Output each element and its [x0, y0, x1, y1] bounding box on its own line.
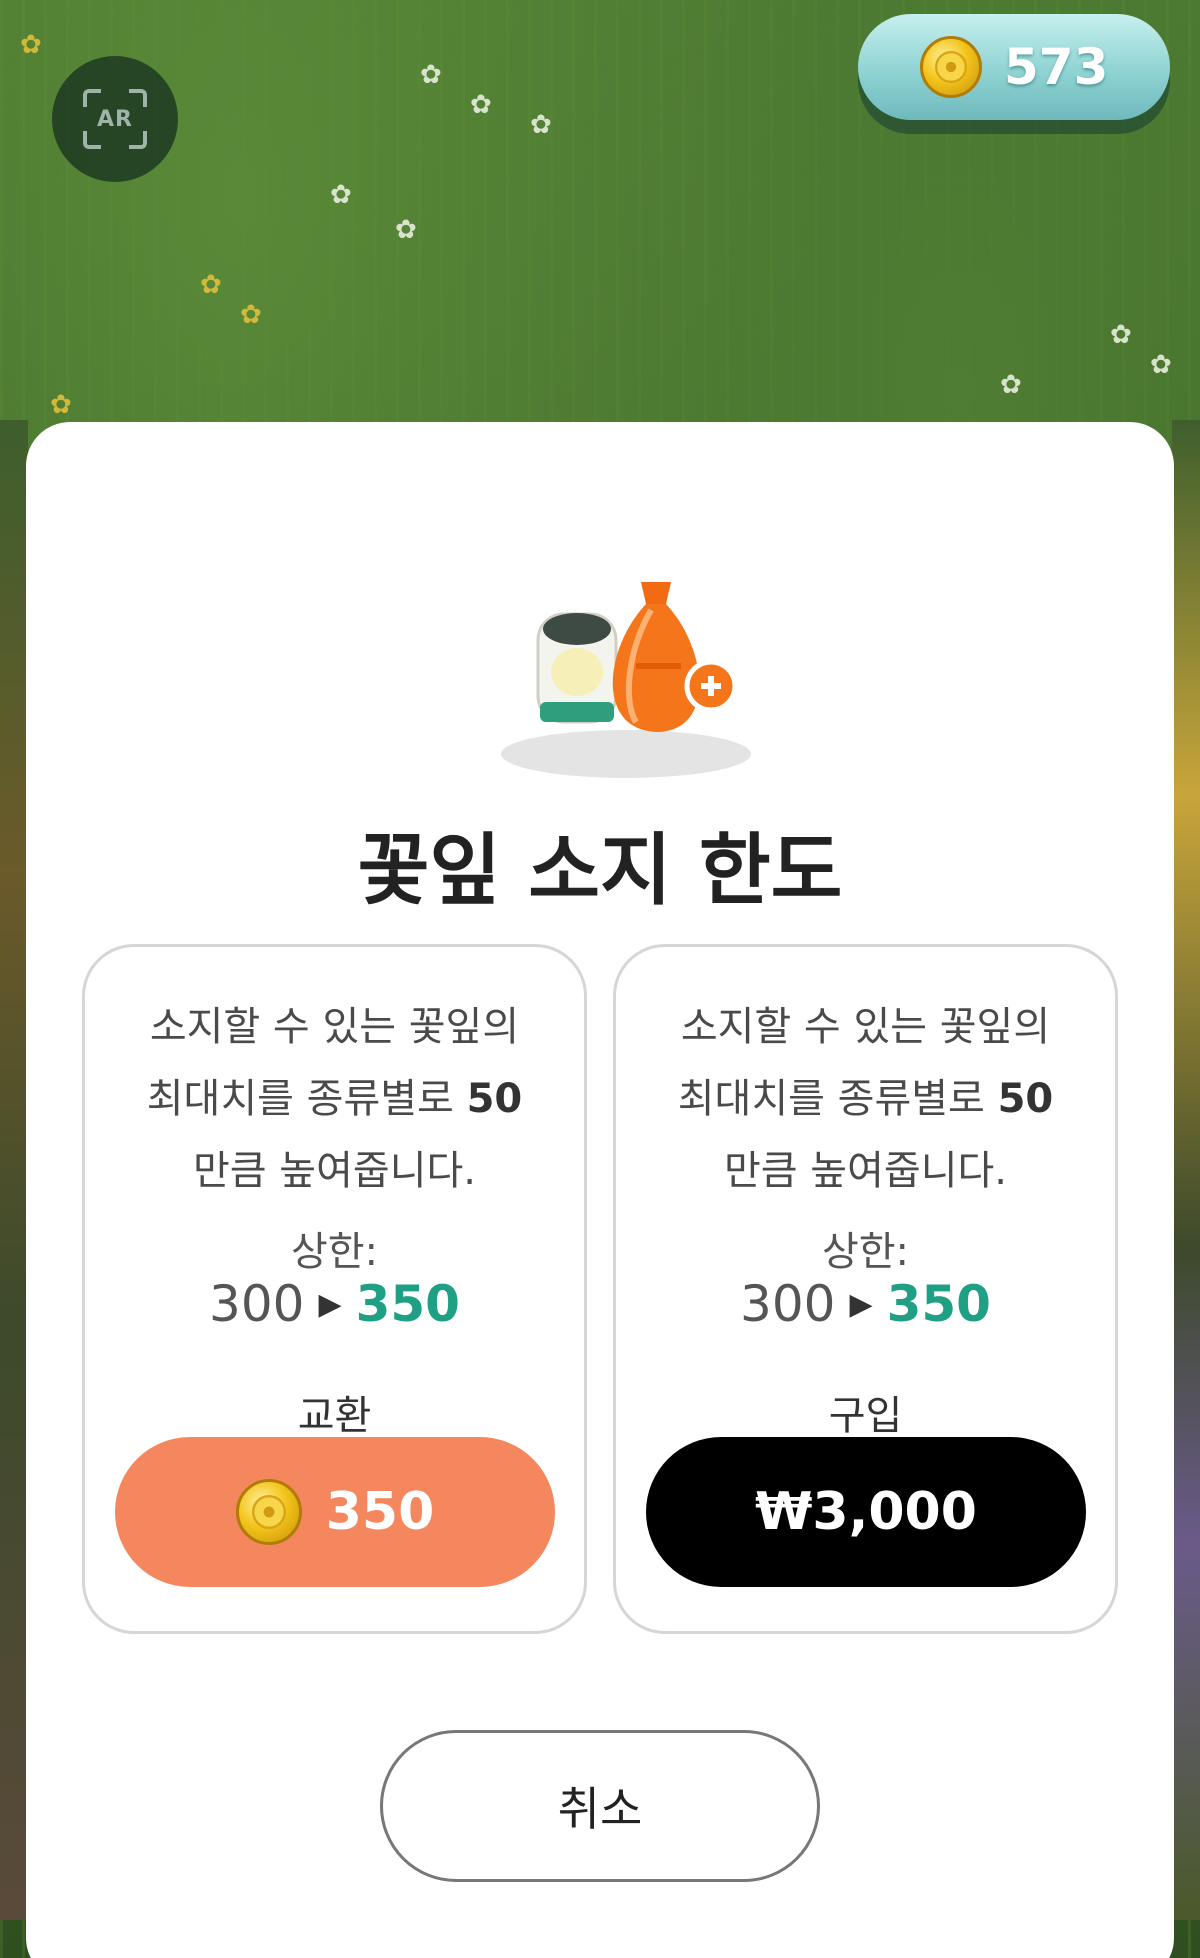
- description-text: 최대치를 종류별로: [146, 1076, 454, 1122]
- exchange-coin-button[interactable]: 350: [115, 1437, 555, 1587]
- option-description: 소지할 수 있는 꽃잎의 최대치를 종류별로 50 만큼 높여줍니다.: [85, 991, 584, 1207]
- exchange-option-card: 소지할 수 있는 꽃잎의 최대치를 종류별로 50 만큼 높여줍니다. 상한: …: [82, 944, 587, 1634]
- flower-decoration: ✿: [530, 110, 552, 140]
- petal-jar-icon: [536, 612, 618, 724]
- plus-badge-icon: [684, 659, 738, 713]
- petal-limit-dialog: 꽃잎 소지 한도 소지할 수 있는 꽃잎의 최대치를 종류별로 50 만큼 높여…: [26, 422, 1174, 1958]
- description-line: 소지할 수 있는 꽃잎의: [680, 1004, 1051, 1050]
- dialog-title: 꽃잎 소지 한도: [357, 826, 843, 916]
- cancel-label: 취소: [557, 1782, 643, 1836]
- arrow-right-icon: ▶: [849, 1286, 873, 1322]
- orange-pouch-icon: [612, 582, 700, 732]
- flower-decoration: ✿: [420, 60, 442, 90]
- ar-label: AR: [97, 106, 133, 132]
- description-line: 최대치를 종류별로 50: [616, 1063, 1115, 1135]
- ar-scan-icon: AR: [83, 89, 147, 149]
- exchange-price: 350: [325, 1482, 435, 1542]
- arrow-right-icon: ▶: [318, 1286, 342, 1322]
- flower-decoration: ✿: [1000, 370, 1022, 400]
- flower-decoration: ✿: [20, 30, 42, 60]
- increase-amount: 50: [997, 1076, 1054, 1122]
- background-edge-left: [0, 420, 28, 1920]
- description-text: 최대치를 종류별로: [677, 1076, 985, 1122]
- description-line: 만큼 높여줍니다.: [723, 1148, 1008, 1194]
- purchase-label: 구입: [828, 1393, 903, 1439]
- flower-decoration: ✿: [50, 390, 72, 420]
- coin-icon: [235, 1479, 302, 1545]
- description-line: 만큼 높여줍니다.: [192, 1148, 477, 1194]
- description-line: 최대치를 종류별로 50: [85, 1063, 584, 1135]
- cancel-button[interactable]: 취소: [380, 1730, 820, 1882]
- background-edge-right: [1172, 420, 1200, 1920]
- ar-mode-button[interactable]: AR: [52, 56, 178, 182]
- limit-current: 300: [209, 1275, 305, 1333]
- flower-decoration: ✿: [200, 270, 222, 300]
- coin-balance-value: 573: [1004, 38, 1109, 96]
- purchase-price: ₩3,000: [755, 1482, 977, 1542]
- flower-decoration: ✿: [1110, 320, 1132, 350]
- purchase-option-card: 소지할 수 있는 꽃잎의 최대치를 종류별로 50 만큼 높여줍니다. 상한: …: [613, 944, 1118, 1634]
- flower-decoration: ✿: [1150, 350, 1172, 380]
- petal-limit-illustration: [501, 582, 751, 778]
- limit-current: 300: [740, 1275, 836, 1333]
- flower-decoration: ✿: [470, 90, 492, 120]
- increase-amount: 50: [466, 1076, 523, 1122]
- limit-new: 350: [355, 1275, 460, 1333]
- limit-label: 상한:: [821, 1229, 910, 1275]
- coin-balance[interactable]: 573: [858, 14, 1170, 120]
- flower-decoration: ✿: [240, 300, 262, 330]
- limit-label: 상한:: [290, 1229, 379, 1275]
- flower-decoration: ✿: [330, 180, 352, 210]
- purchase-button[interactable]: ₩3,000: [646, 1437, 1086, 1587]
- limit-change: 300 ▶ 350: [616, 1275, 1115, 1333]
- coin-icon: [920, 36, 982, 98]
- exchange-label: 교환: [297, 1393, 372, 1439]
- limit-change: 300 ▶ 350: [85, 1275, 584, 1333]
- option-description: 소지할 수 있는 꽃잎의 최대치를 종류별로 50 만큼 높여줍니다.: [616, 991, 1115, 1207]
- flower-decoration: ✿: [395, 215, 417, 245]
- description-line: 소지할 수 있는 꽃잎의: [149, 1004, 520, 1050]
- limit-new: 350: [886, 1275, 991, 1333]
